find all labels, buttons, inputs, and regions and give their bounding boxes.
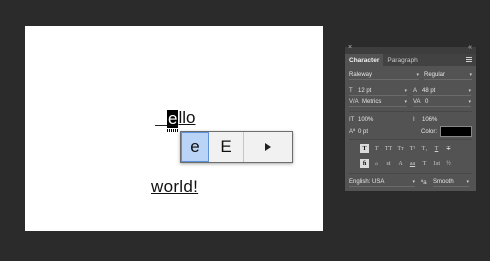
divider [349,111,472,112]
all-caps-button[interactable]: TT [384,144,393,153]
leading-field[interactable]: A 48 pt ▾ [413,87,471,96]
glyph-selection-ticks [167,129,179,132]
chevron-down-icon: ▾ [468,99,471,105]
panel-title-bar[interactable]: × « [345,44,476,54]
tab-paragraph[interactable]: Paragraph [383,54,421,66]
titling-alternates-button[interactable]: aa [408,159,417,168]
font-size-icon: T [349,88,353,94]
glyph-alternates-popup: e E [180,131,293,163]
faux-italic-button[interactable]: T [372,144,381,153]
leading-value: 48 pt [422,88,436,94]
opentype-buttons: ﬁ ℴ st A aa T 1st ½ [360,159,453,168]
language-value: English: USA [349,179,385,185]
vertical-scale-icon: IT [349,116,355,123]
baseline-row: Aª 0 pt Color: [349,126,472,137]
selected-glyph[interactable]: e [167,110,179,132]
text-ello-rest: llo [178,108,196,127]
character-panel: × « Character Paragraph Raleway ▾ Regula… [344,44,477,192]
tracking-field[interactable]: VA 0 ▾ [413,98,471,107]
alternate-glyph-E[interactable]: E [209,132,244,162]
font-family-value: Raleway [349,72,373,78]
language-row: English: USA ▾ ªa Smooth ▾ [349,178,472,187]
size-row: T 12 pt ▾ A 48 pt ▾ [349,87,472,96]
text-layer-ello[interactable]: e llo [167,108,196,132]
anti-alias-icon: ªa [421,179,427,186]
divider [349,173,472,174]
font-style-select[interactable]: Regular ▾ [424,71,472,80]
triangle-right-icon [265,143,271,151]
baseline-shift-field[interactable]: Aª 0 pt [349,129,407,135]
chevron-down-icon: ▾ [468,88,471,94]
contextual-alternates-button[interactable]: T [420,159,429,168]
kerning-row: V/A Metrics ▾ VA 0 ▾ [349,98,472,107]
text-layer-world[interactable]: world! [151,177,198,197]
font-family-select[interactable]: Raleway ▾ [349,71,419,80]
color-label: Color: [421,128,438,135]
panel-tabs: Character Paragraph [345,54,476,66]
discretionary-ligatures-button[interactable]: ℴ [372,159,381,168]
baseline-shift-icon: Aª [349,128,356,135]
collapse-icon[interactable]: « [468,44,472,51]
vertical-scale-field[interactable]: IT 100% [349,117,407,123]
scale-row: IT 100% I 106% [349,115,472,124]
kerning-icon: V/A [349,99,359,105]
font-size-value: 12 pt [358,88,372,94]
document-canvas[interactable]: e llo world! e E [25,26,323,231]
more-alternates-button[interactable] [244,132,292,162]
color-swatch[interactable] [440,126,472,137]
faux-bold-button[interactable]: T [360,144,369,153]
panel-menu-icon[interactable] [466,57,472,62]
font-row: Raleway ▾ Regular ▾ [349,71,472,80]
chevron-down-icon: ▾ [404,99,407,105]
fractions-button[interactable]: ½ [444,159,453,168]
chevron-down-icon: ▾ [469,72,472,78]
close-icon[interactable]: × [348,44,352,51]
baseline-shift-value: 0 pt [358,128,369,135]
vertical-scale-value: 100% [358,116,374,123]
ordinals-button[interactable]: 1st [432,159,441,168]
anti-alias-value: Smooth [433,179,454,185]
ligatures-button[interactable]: ﬁ [360,159,369,168]
strikethrough-button[interactable]: T [444,144,453,153]
tab-character[interactable]: Character [345,54,384,66]
small-caps-button[interactable]: Tт [396,144,405,153]
chevron-down-icon: ▾ [412,179,415,185]
font-size-field[interactable]: T 12 pt ▾ [349,87,407,96]
kerning-select[interactable]: V/A Metrics ▾ [349,98,407,107]
superscript-button[interactable]: T¹ [408,144,417,153]
chevron-down-icon: ▾ [466,179,469,185]
type-style-buttons: T T TT Tт T¹ T₁ T T [360,144,453,153]
stylistic-alternates-button[interactable]: st [384,159,393,168]
subscript-button[interactable]: T₁ [420,144,429,153]
anti-alias-select[interactable]: Smooth ▾ [433,178,469,187]
divider [349,139,472,140]
language-select[interactable]: English: USA ▾ [349,178,415,187]
horizontal-scale-field[interactable]: I 106% [413,117,471,123]
underline-button[interactable]: T [432,144,441,153]
font-style-value: Regular [424,72,446,78]
leading-icon: A [413,88,418,94]
chevron-down-icon: ▾ [416,72,419,78]
horizontal-scale-value: 106% [422,116,438,123]
kerning-value: Metrics [362,99,382,105]
alternate-glyph-e[interactable]: e [181,132,209,162]
tracking-value: 0 [425,99,429,105]
tracking-icon: VA [413,99,421,105]
horizontal-scale-icon: I [413,116,415,123]
swash-button[interactable]: A [396,159,405,168]
chevron-down-icon: ▾ [404,88,407,94]
